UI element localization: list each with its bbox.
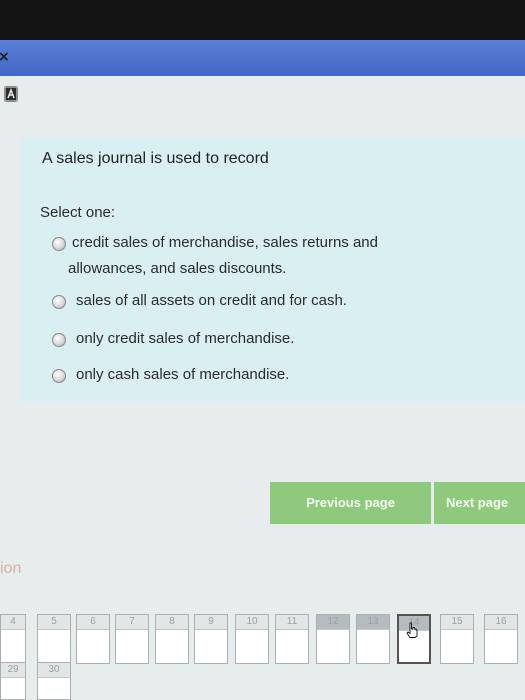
answer-label: sales of all assets on credit and for ca… [76,292,347,309]
question-number: 16 [485,615,517,630]
question-number: 6 [77,615,109,630]
quiz-navigation-heading: ion [0,560,22,577]
radio-icon[interactable] [52,295,66,309]
question-nav-6[interactable]: 6 [76,614,110,664]
close-icon[interactable]: × [0,50,12,64]
question-nav-15[interactable]: 15 [440,614,474,664]
question-nav-30[interactable]: 30 [37,662,71,700]
question-nav-13[interactable]: 13 [356,614,390,664]
question-nav-5[interactable]: 5 [37,614,71,664]
question-number: 9 [195,615,227,630]
question-number: 29 [1,663,25,678]
question-number: 12 [317,615,349,630]
question-nav-16[interactable]: 16 [484,614,518,664]
question-nav-8[interactable]: 8 [155,614,189,664]
question-number: 11 [276,615,308,630]
question-number: 4 [1,615,25,630]
title-bar [0,40,525,76]
question-nav-11[interactable]: 11 [275,614,309,664]
screen-bezel [0,0,525,40]
question-panel: A sales journal is used to record Select… [20,138,525,402]
question-nav-9[interactable]: 9 [194,614,228,664]
question-number: 8 [156,615,188,630]
question-nav-10[interactable]: 10 [235,614,269,664]
hand-cursor-icon [406,622,418,638]
radio-icon[interactable] [52,369,66,383]
radio-icon[interactable] [52,333,66,347]
answer-label: only cash sales of merchandise. [76,366,290,383]
next-page-button[interactable]: Next page [434,482,525,524]
select-one-label: Select one: [40,204,116,221]
question-text: A sales journal is used to record [42,150,269,167]
answer-label: only credit sales of merchandise. [76,330,295,347]
question-number: 10 [236,615,268,630]
question-number: 5 [38,615,70,630]
question-number: 30 [38,663,70,678]
app-icon [4,86,18,102]
radio-icon[interactable] [52,237,66,251]
question-nav-7[interactable]: 7 [115,614,149,664]
page-navigation: Previous page Next page [270,482,525,524]
previous-page-button[interactable]: Previous page [270,482,431,524]
question-nav-12[interactable]: 12 [316,614,350,664]
question-number: 7 [116,615,148,630]
answer-label-continued: allowances, and sales discounts. [68,260,287,277]
answer-label: credit sales of merchandise, sales retur… [72,234,378,251]
question-nav-4[interactable]: 4 [0,614,26,664]
question-nav-29[interactable]: 29 [0,662,26,700]
question-number: 15 [441,615,473,630]
question-number: 13 [357,615,389,630]
